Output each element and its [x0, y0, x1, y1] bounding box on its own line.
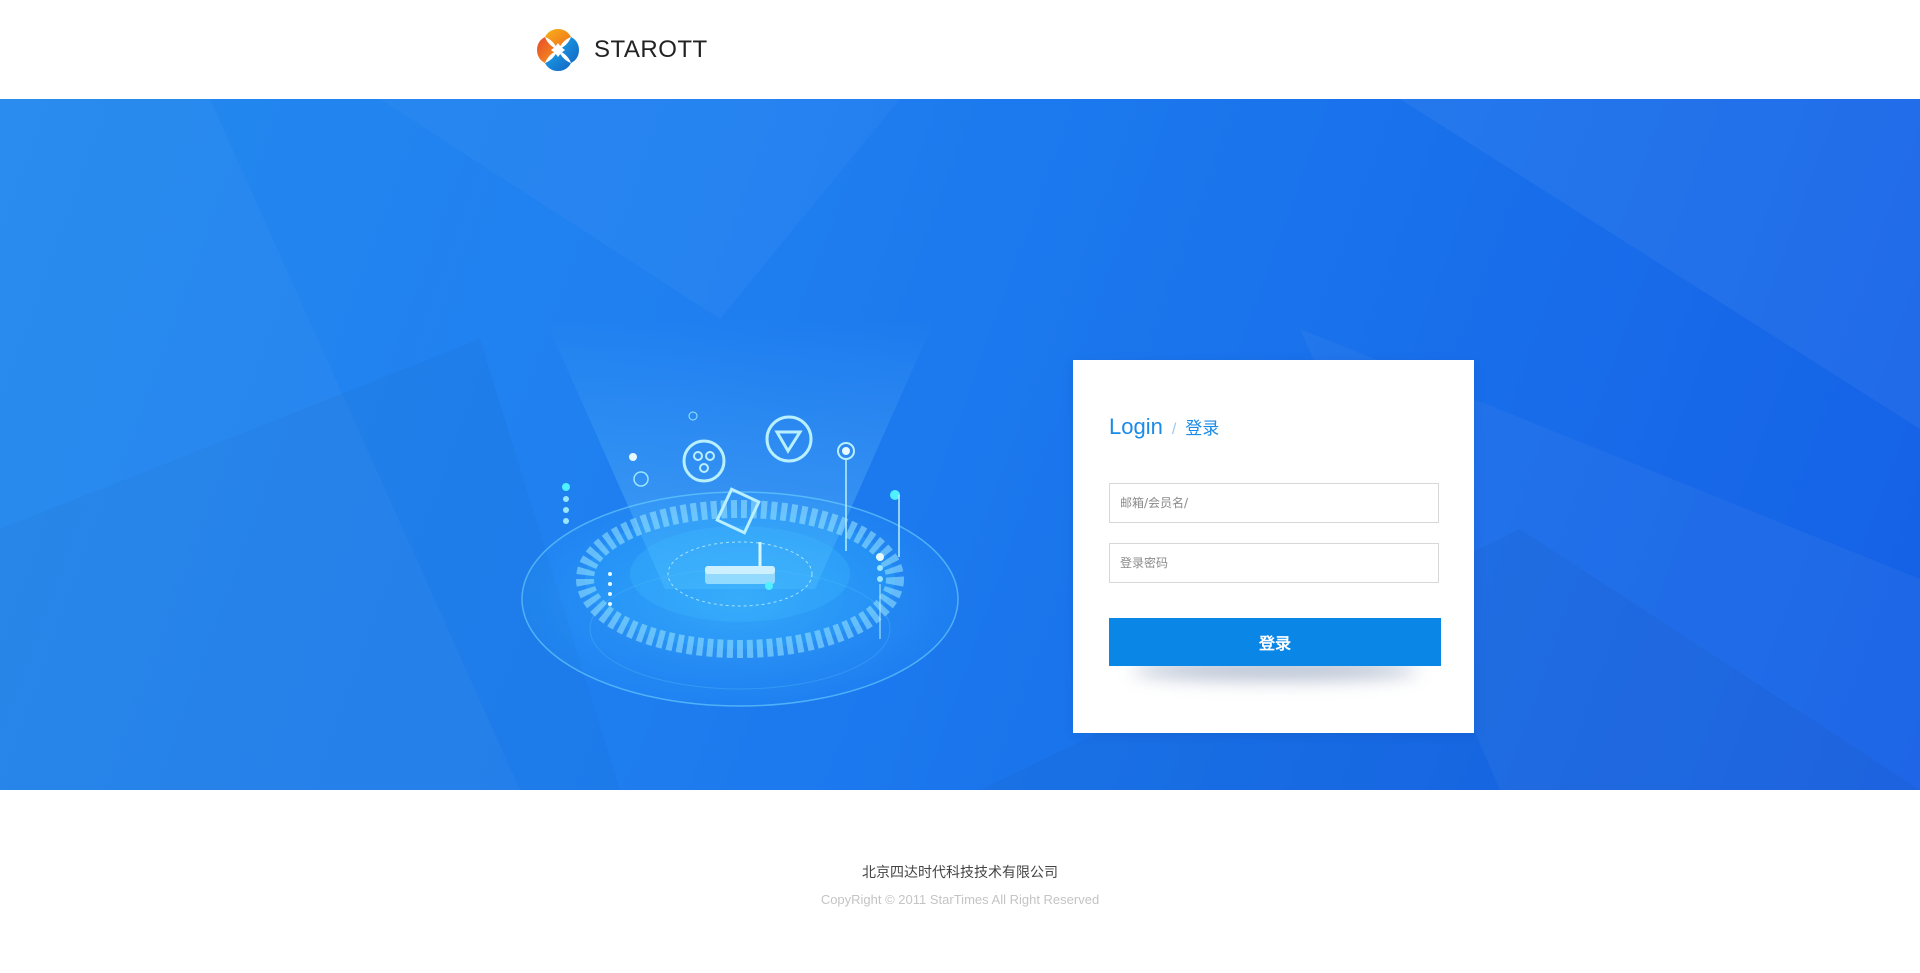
login-title-separator: / — [1171, 421, 1177, 438]
brand-name: STAROTT — [594, 36, 708, 63]
hero-banner: Login / 登录 登录 — [0, 99, 1920, 790]
router-streaming-illustration — [521, 319, 959, 707]
site-header: STAROTT — [0, 0, 1920, 99]
login-card: Login / 登录 登录 — [1073, 360, 1474, 733]
login-title: Login / 登录 — [1109, 414, 1219, 440]
username-input[interactable] — [1109, 483, 1439, 523]
footer-copyright: CopyRight © 2011 StarTimes All Right Res… — [820, 892, 1100, 907]
starott-logo-icon — [537, 29, 579, 71]
login-title-en: Login — [1109, 414, 1163, 439]
login-title-cn: 登录 — [1185, 419, 1220, 439]
login-button[interactable]: 登录 — [1109, 618, 1441, 666]
footer-company-name: 北京四达时代科技技术有限公司 — [862, 865, 1058, 881]
password-input[interactable] — [1109, 543, 1439, 583]
brand-logo[interactable]: STAROTT — [535, 27, 708, 73]
